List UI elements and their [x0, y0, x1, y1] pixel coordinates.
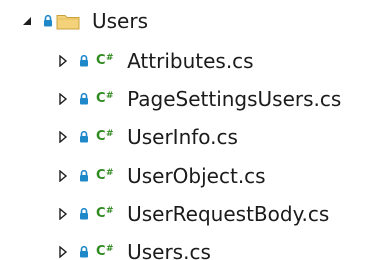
- csharp-badge-sharp: #: [106, 243, 114, 254]
- lock-icon: [78, 130, 90, 144]
- csharp-badge-sharp: #: [106, 90, 114, 101]
- csharp-file-icon: C#: [96, 90, 114, 106]
- file-label: Users.cs: [127, 240, 211, 260]
- tree-file-item[interactable]: C# PageSettingsUsers.cs: [0, 84, 372, 114]
- tree-file-item[interactable]: C# UserRequestBody.cs: [0, 199, 372, 229]
- csharp-badge-letter: C: [96, 90, 106, 106]
- file-label: UserRequestBody.cs: [127, 202, 330, 226]
- lock-icon: [42, 14, 54, 28]
- csharp-file-icon: C#: [96, 52, 114, 68]
- collapsed-triangle-icon[interactable]: [56, 169, 70, 183]
- file-label: UserInfo.cs: [127, 125, 238, 149]
- collapsed-triangle-icon[interactable]: [56, 130, 70, 144]
- solution-explorer-tree: Users C# Attributes.cs C# PageSettingsUs…: [0, 0, 372, 260]
- file-label: PageSettingsUsers.cs: [127, 87, 342, 111]
- csharp-badge-letter: C: [96, 205, 106, 221]
- folder-label: Users: [92, 9, 149, 33]
- csharp-file-icon: C#: [96, 128, 114, 144]
- tree-file-item[interactable]: C# UserInfo.cs: [0, 122, 372, 152]
- lock-icon: [78, 245, 90, 259]
- csharp-badge-letter: C: [96, 167, 106, 183]
- csharp-badge-sharp: #: [106, 52, 114, 63]
- file-label: Attributes.cs: [127, 49, 254, 73]
- lock-icon: [78, 92, 90, 106]
- csharp-file-icon: C#: [96, 205, 114, 221]
- expanded-triangle-icon[interactable]: [20, 14, 34, 28]
- folder-icon: [56, 12, 80, 30]
- csharp-file-icon: C#: [96, 167, 114, 183]
- lock-icon: [78, 207, 90, 221]
- csharp-file-icon: C#: [96, 243, 114, 259]
- csharp-badge-sharp: #: [106, 128, 114, 139]
- file-label: UserObject.cs: [127, 164, 266, 188]
- csharp-badge-letter: C: [96, 52, 106, 68]
- collapsed-triangle-icon[interactable]: [56, 54, 70, 68]
- lock-icon: [78, 54, 90, 68]
- collapsed-triangle-icon[interactable]: [56, 207, 70, 221]
- tree-folder-users[interactable]: Users: [0, 6, 372, 36]
- csharp-badge-letter: C: [96, 128, 106, 144]
- lock-icon: [78, 169, 90, 183]
- tree-file-item[interactable]: C# UserObject.cs: [0, 161, 372, 191]
- collapsed-triangle-icon[interactable]: [56, 92, 70, 106]
- csharp-badge-letter: C: [96, 243, 106, 259]
- tree-file-item[interactable]: C# Attributes.cs: [0, 46, 372, 76]
- csharp-badge-sharp: #: [106, 205, 114, 216]
- csharp-badge-sharp: #: [106, 167, 114, 178]
- collapsed-triangle-icon[interactable]: [56, 245, 70, 259]
- tree-file-item[interactable]: C# Users.cs: [0, 237, 372, 260]
